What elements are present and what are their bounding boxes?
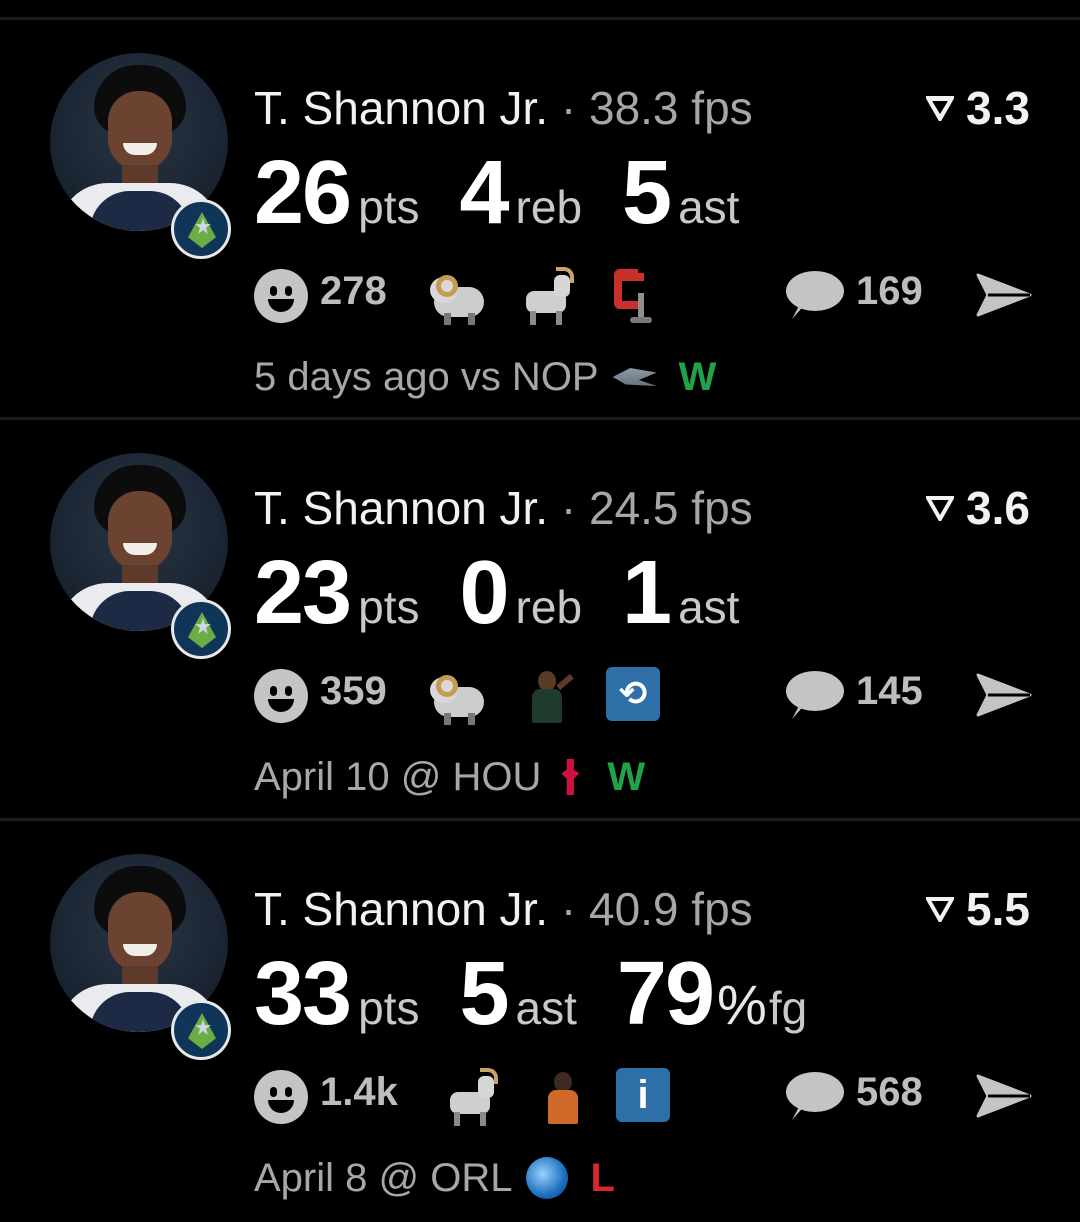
fantasy-points: 40.9 fps bbox=[588, 883, 753, 935]
fantasy-points: 24.5 fps bbox=[588, 482, 753, 534]
info-icon[interactable]: i bbox=[616, 1068, 670, 1122]
game-text: April 8 @ ORL bbox=[254, 1156, 513, 1200]
pelicans-logo-icon bbox=[612, 368, 657, 386]
player-orange-icon[interactable] bbox=[532, 1068, 592, 1128]
rating-value: 3.3 bbox=[966, 82, 1030, 134]
comment-count[interactable]: 169 bbox=[856, 269, 923, 314]
share-icon[interactable] bbox=[976, 273, 1032, 317]
stat-points: 23 pts bbox=[254, 543, 420, 643]
fantasy-points: 38.3 fps bbox=[588, 82, 753, 134]
game-result: W bbox=[607, 755, 646, 799]
rating-value: 3.6 bbox=[966, 482, 1030, 534]
timberwolves-logo-icon bbox=[171, 199, 231, 259]
player-gesture-icon[interactable] bbox=[516, 667, 576, 727]
ram-icon[interactable] bbox=[430, 667, 490, 727]
repost-icon[interactable]: ⟲ bbox=[606, 667, 660, 721]
stat-points: 33 pts bbox=[254, 944, 420, 1044]
game-info[interactable]: April 8 @ ORL L bbox=[254, 1156, 615, 1200]
game-text: April 10 @ HOU bbox=[254, 755, 542, 799]
reaction-count[interactable]: 278 bbox=[320, 269, 387, 314]
stat-assists: 5 ast bbox=[622, 143, 740, 243]
game-result: W bbox=[678, 355, 717, 399]
react-smile-icon[interactable] bbox=[254, 269, 308, 323]
stat-line: 23 pts 0 reb 1 ast bbox=[254, 547, 779, 639]
share-icon[interactable] bbox=[976, 673, 1032, 717]
comment-icon[interactable] bbox=[786, 671, 844, 719]
share-icon[interactable] bbox=[976, 1074, 1032, 1118]
reaction-row: 359 ⟲ 145 bbox=[254, 647, 1034, 743]
goat-icon[interactable] bbox=[440, 1068, 500, 1128]
magic-logo-icon bbox=[526, 1157, 569, 1199]
reaction-row: 278 169 bbox=[254, 247, 1034, 343]
rating-triangle-icon bbox=[926, 496, 955, 521]
stat-assists: 5 ast bbox=[459, 944, 577, 1044]
react-smile-icon[interactable] bbox=[254, 669, 308, 723]
comment-icon[interactable] bbox=[786, 1072, 844, 1120]
rating: 5.5 bbox=[926, 882, 1030, 936]
clamp-icon[interactable] bbox=[606, 267, 666, 327]
reaction-count[interactable]: 359 bbox=[320, 669, 387, 714]
stat-line: 26 pts 4 reb 5 ast bbox=[254, 147, 779, 239]
rating: 3.6 bbox=[926, 481, 1030, 535]
game-text: 5 days ago vs NOP bbox=[254, 355, 599, 399]
stat-points: 26 pts bbox=[254, 143, 420, 243]
ram-icon[interactable] bbox=[430, 267, 490, 327]
feed-card[interactable]: T. Shannon Jr. · 38.3 fps 3.3 26 pts 4 reb… bbox=[0, 21, 1080, 421]
name-line[interactable]: T. Shannon Jr. · 38.3 fps bbox=[254, 81, 753, 135]
comment-icon[interactable] bbox=[786, 271, 844, 319]
separator: · bbox=[560, 883, 577, 935]
rating-triangle-icon bbox=[926, 96, 955, 121]
reaction-row: 1.4k i 568 bbox=[254, 1048, 1034, 1144]
react-smile-icon[interactable] bbox=[254, 1070, 308, 1124]
player-name[interactable]: T. Shannon Jr. bbox=[254, 883, 548, 935]
game-info[interactable]: 5 days ago vs NOP W bbox=[254, 355, 716, 399]
stat-assists: 1 ast bbox=[622, 543, 740, 643]
stat-rebounds: 4 reb bbox=[459, 143, 583, 243]
timberwolves-logo-icon bbox=[171, 599, 231, 659]
player-name[interactable]: T. Shannon Jr. bbox=[254, 82, 548, 134]
name-line[interactable]: T. Shannon Jr. · 24.5 fps bbox=[254, 481, 753, 535]
rating: 3.3 bbox=[926, 81, 1030, 135]
separator: · bbox=[560, 82, 577, 134]
stat-rebounds: 0 reb bbox=[459, 543, 583, 643]
player-name[interactable]: T. Shannon Jr. bbox=[254, 482, 548, 534]
stat-line: 33 pts 5 ast 79% fg bbox=[254, 948, 847, 1040]
feed-card[interactable]: T. Shannon Jr. · 24.5 fps 3.6 23 pts 0 reb… bbox=[0, 421, 1080, 821]
game-info[interactable]: April 10 @ HOU W bbox=[254, 755, 645, 799]
goat-icon[interactable] bbox=[516, 267, 576, 327]
feed-card[interactable]: T. Shannon Jr. · 40.9 fps 5.5 33 pts 5 ast… bbox=[0, 822, 1080, 1222]
stat-field-goal-pct: 79% fg bbox=[616, 944, 808, 1044]
rockets-logo-icon bbox=[555, 757, 585, 797]
top-divider bbox=[0, 17, 1080, 20]
reaction-count[interactable]: 1.4k bbox=[320, 1070, 398, 1115]
comment-count[interactable]: 145 bbox=[856, 669, 923, 714]
rating-triangle-icon bbox=[926, 897, 955, 922]
name-line[interactable]: T. Shannon Jr. · 40.9 fps bbox=[254, 882, 753, 936]
game-result: L bbox=[590, 1156, 615, 1200]
comment-count[interactable]: 568 bbox=[856, 1070, 923, 1115]
separator: · bbox=[560, 482, 577, 534]
rating-value: 5.5 bbox=[966, 883, 1030, 935]
timberwolves-logo-icon bbox=[171, 1000, 231, 1060]
